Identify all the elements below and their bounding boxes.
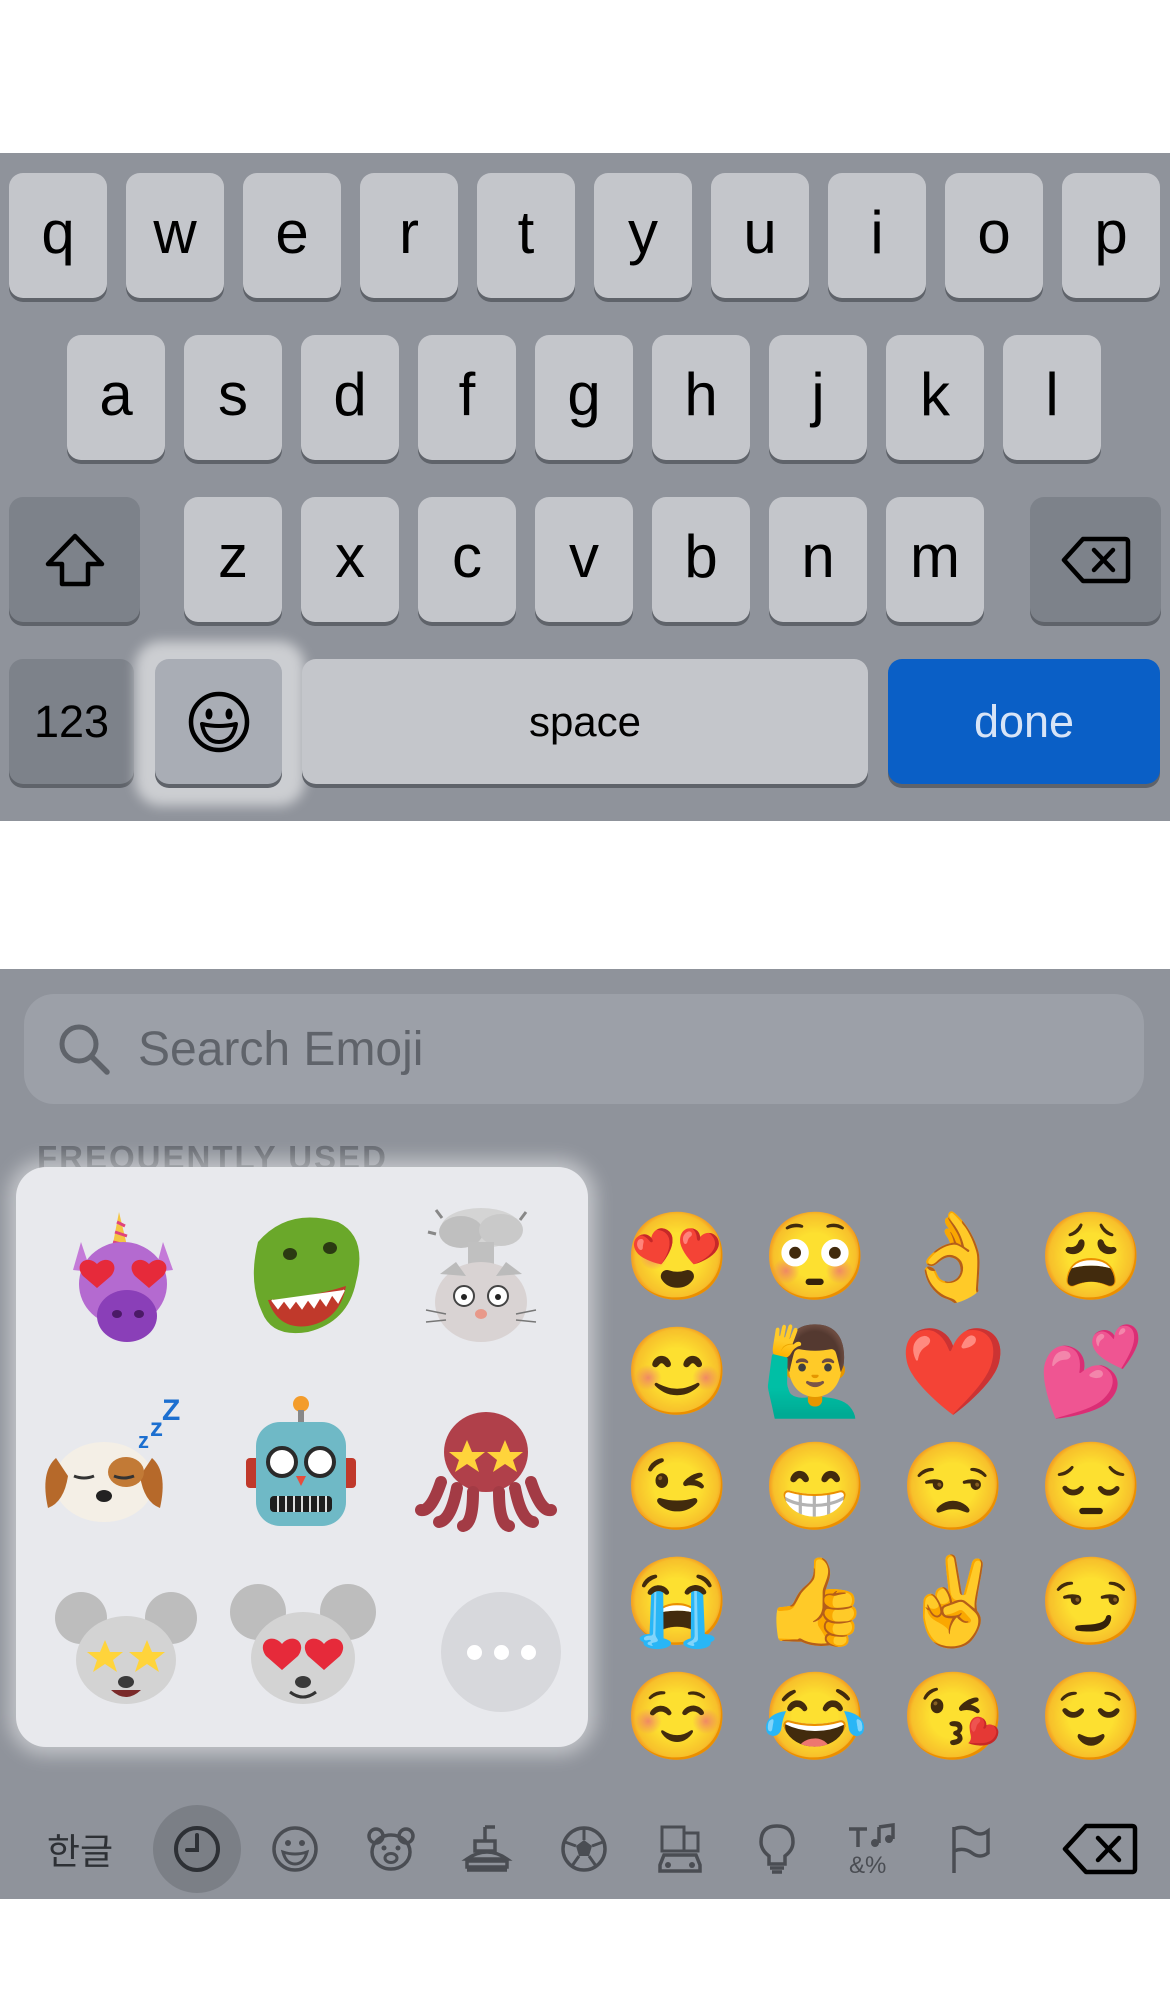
star-struck-mouse-memoji[interactable] xyxy=(51,1572,201,1722)
key-i[interactable]: i xyxy=(828,173,926,298)
emoji-button[interactable]: 🙋‍♂️ xyxy=(760,1317,870,1427)
backspace-icon xyxy=(1061,536,1130,583)
emoji-button[interactable]: 😁 xyxy=(760,1432,870,1542)
key-w[interactable]: w xyxy=(126,173,224,298)
key-k[interactable]: k xyxy=(886,335,984,460)
emoji-button[interactable]: 😂 xyxy=(760,1662,870,1772)
emoji-button[interactable]: 😏 xyxy=(1036,1547,1146,1657)
category-activity[interactable] xyxy=(544,1809,624,1889)
robot-memoji[interactable] xyxy=(226,1392,376,1542)
key-y[interactable]: y xyxy=(594,173,692,298)
emoji-button[interactable]: ☺️ xyxy=(622,1662,732,1772)
category-smileys[interactable] xyxy=(255,1809,335,1889)
emoji-button[interactable]: ✌️ xyxy=(898,1547,1008,1657)
emoji-button[interactable]: 😘 xyxy=(898,1662,1008,1772)
category-animals[interactable] xyxy=(351,1809,431,1889)
emoji-button[interactable]: 😳 xyxy=(760,1202,870,1312)
emoji-button[interactable]: 💕 xyxy=(1036,1317,1146,1427)
emoji-button[interactable]: 😉 xyxy=(622,1432,732,1542)
animals-bear-icon xyxy=(367,1827,415,1871)
key-e[interactable]: e xyxy=(243,173,341,298)
more-memoji-button[interactable] xyxy=(441,1592,561,1712)
key-j[interactable]: j xyxy=(769,335,867,460)
emoji-button[interactable]: ❤️ xyxy=(898,1317,1008,1427)
key-m[interactable]: m xyxy=(886,497,984,622)
key-r[interactable]: r xyxy=(360,173,458,298)
key-x[interactable]: x xyxy=(301,497,399,622)
recent-clock-icon xyxy=(174,1826,220,1872)
category-travel[interactable] xyxy=(640,1809,720,1889)
emoji-delete-button[interactable] xyxy=(1055,1809,1145,1889)
svg-text:&%: &% xyxy=(849,1852,886,1877)
alphabet-keyboard: q w e r t y u i o p a s d f g h j k l z … xyxy=(0,153,1170,821)
backspace-icon xyxy=(1062,1823,1138,1875)
emoji-button[interactable]: 😩 xyxy=(1036,1202,1146,1312)
emoji-button[interactable]: 😍 xyxy=(622,1202,732,1312)
emoji-category-bar: 한글 &% xyxy=(0,1801,1170,1896)
sleeping-dog-memoji[interactable]: z z Z xyxy=(34,1392,184,1542)
category-food[interactable] xyxy=(447,1809,527,1889)
flags-icon xyxy=(952,1825,990,1873)
dot-icon xyxy=(466,1644,482,1660)
key-n[interactable]: n xyxy=(769,497,867,622)
key-l[interactable]: l xyxy=(1003,335,1101,460)
smiley-face-icon xyxy=(188,691,249,752)
key-v[interactable]: v xyxy=(535,497,633,622)
key-q[interactable]: q xyxy=(9,173,107,298)
smileys-icon xyxy=(272,1826,318,1872)
numbers-key[interactable]: 123 xyxy=(9,659,134,784)
emoji-button[interactable]: 😒 xyxy=(898,1432,1008,1542)
emoji-button[interactable]: 😔 xyxy=(1036,1432,1146,1542)
delete-key[interactable] xyxy=(1030,497,1161,622)
emoji-button[interactable]: 👍 xyxy=(760,1547,870,1657)
key-p[interactable]: p xyxy=(1062,173,1160,298)
emoji-search-field[interactable]: Search Emoji xyxy=(24,994,1144,1104)
key-b[interactable]: b xyxy=(652,497,750,622)
unicorn-heart-eyes-memoji[interactable] xyxy=(51,1202,201,1352)
korean-keyboard-button[interactable]: 한글 xyxy=(38,1809,122,1889)
emoji-button[interactable]: 👌 xyxy=(898,1202,1008,1312)
mind-blown-rabbit-memoji[interactable] xyxy=(406,1202,556,1352)
key-c[interactable]: c xyxy=(418,497,516,622)
emoji-keyboard: Search Emoji FREQUENTLY USED z z Z 😍 😳 👌… xyxy=(0,969,1170,1899)
key-s[interactable]: s xyxy=(184,335,282,460)
search-icon xyxy=(59,1024,110,1075)
emoji-button[interactable]: 😌 xyxy=(1036,1662,1146,1772)
dinosaur-memoji[interactable] xyxy=(228,1202,378,1352)
key-f[interactable]: f xyxy=(418,335,516,460)
category-flags[interactable] xyxy=(930,1809,1010,1889)
emoji-button[interactable]: 😊 xyxy=(622,1317,732,1427)
key-a[interactable]: a xyxy=(67,335,165,460)
shift-arrow-icon xyxy=(45,533,104,586)
key-t[interactable]: t xyxy=(477,173,575,298)
key-h[interactable]: h xyxy=(652,335,750,460)
key-u[interactable]: u xyxy=(711,173,809,298)
food-drink-icon xyxy=(461,1825,513,1872)
dot-icon xyxy=(493,1644,509,1660)
heart-eyes-mouse-memoji[interactable] xyxy=(228,1572,378,1722)
category-recent[interactable] xyxy=(153,1805,241,1893)
space-key[interactable]: space xyxy=(302,659,868,784)
emoji-button[interactable]: 😭 xyxy=(622,1547,732,1657)
travel-car-icon xyxy=(658,1825,702,1873)
category-objects[interactable] xyxy=(737,1809,817,1889)
done-key[interactable]: done xyxy=(888,659,1160,784)
shift-key[interactable] xyxy=(9,497,140,622)
emoji-key[interactable] xyxy=(155,659,282,784)
star-struck-octopus-memoji[interactable] xyxy=(411,1392,561,1542)
memoji-sticker-panel: z z Z xyxy=(16,1167,588,1747)
key-o[interactable]: o xyxy=(945,173,1043,298)
key-d[interactable]: d xyxy=(301,335,399,460)
search-placeholder: Search Emoji xyxy=(138,1022,424,1076)
dot-icon xyxy=(520,1644,536,1660)
key-g[interactable]: g xyxy=(535,335,633,460)
symbols-icon: &% xyxy=(849,1822,895,1877)
activity-soccer-icon xyxy=(561,1826,607,1872)
objects-lightbulb-icon xyxy=(759,1824,795,1874)
key-z[interactable]: z xyxy=(184,497,282,622)
category-symbols[interactable]: &% xyxy=(833,1809,913,1889)
svg-text:Z: Z xyxy=(162,1394,180,1427)
svg-text:z: z xyxy=(138,1428,149,1453)
